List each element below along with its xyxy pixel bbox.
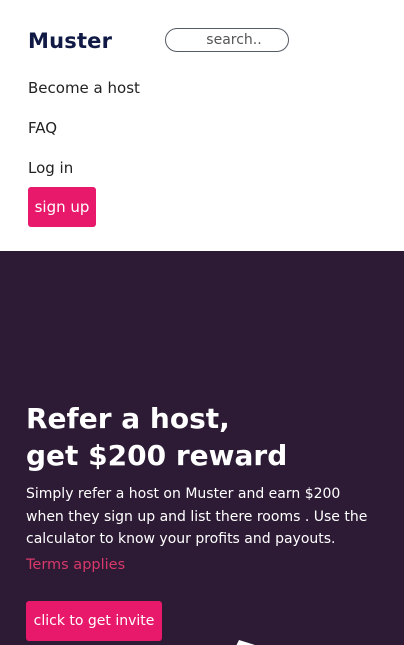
get-invite-button[interactable]: click to get invite: [26, 601, 162, 641]
hero-description: Simply refer a host on Muster and earn $…: [26, 486, 368, 547]
search-input[interactable]: [165, 28, 289, 52]
arrow-icon: [236, 640, 255, 645]
hero-title: Refer a host, get $200 reward: [26, 400, 386, 474]
hero-title-line-2: get $200 reward: [26, 439, 288, 472]
hero-title-line-1: Refer a host,: [26, 402, 230, 435]
site-header: Muster Become a host FAQ Log in sign up: [0, 0, 404, 251]
terms-link[interactable]: Terms applies: [26, 555, 125, 575]
nav-faq-link[interactable]: FAQ: [28, 118, 57, 138]
nav-become-host-link[interactable]: Become a host: [28, 78, 140, 98]
site-logo[interactable]: Muster: [28, 28, 112, 54]
referral-hero: Refer a host, get $200 reward Simply ref…: [0, 251, 404, 645]
page: Muster Become a host FAQ Log in sign up …: [0, 0, 404, 645]
signup-button[interactable]: sign up: [28, 187, 96, 227]
nav-login-link[interactable]: Log in: [28, 158, 73, 178]
